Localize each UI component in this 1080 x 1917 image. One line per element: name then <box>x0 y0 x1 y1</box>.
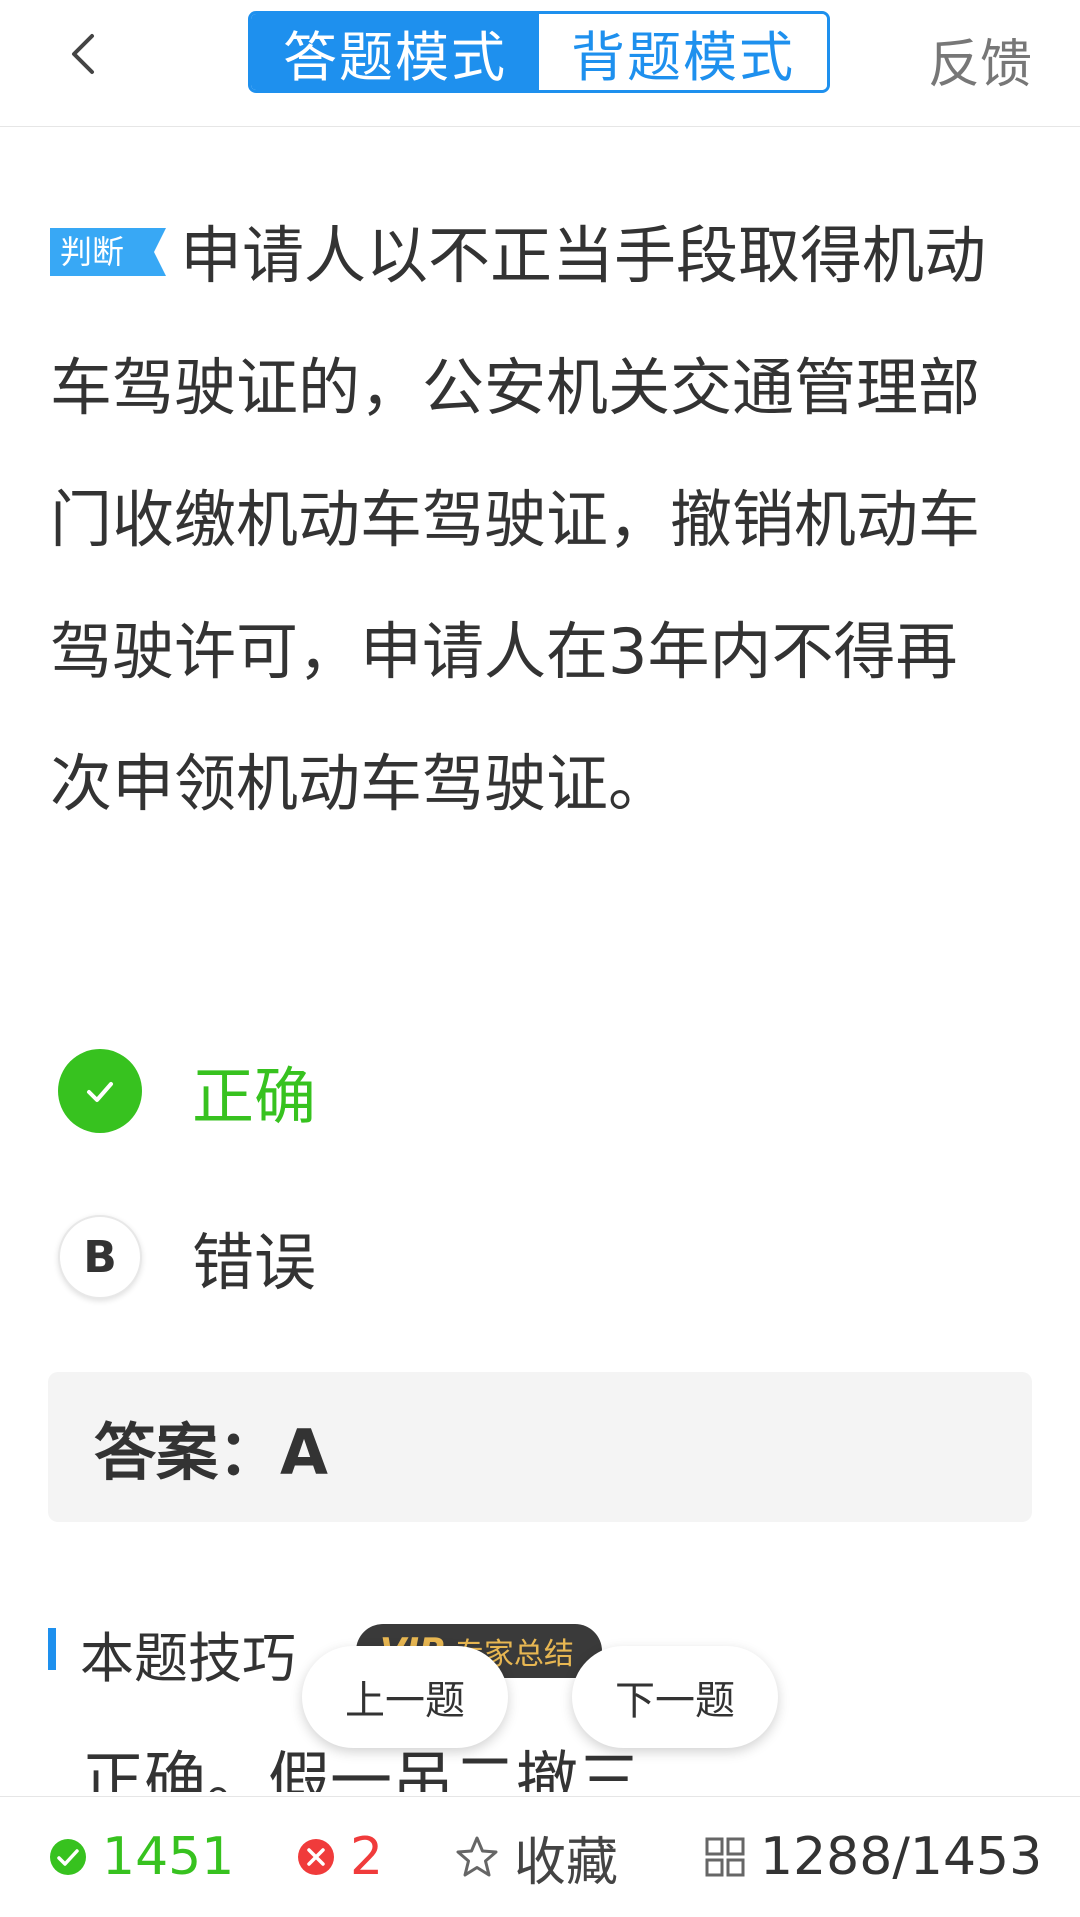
answer-text: 答案：A <box>94 1416 328 1489</box>
question-text: 申请人以不正当手段取得机动车驾驶证的，公安机关交通管理部门收缴机动车驾驶证，撤销… <box>50 219 987 820</box>
next-question-button[interactable]: 下一题 <box>572 1646 778 1748</box>
top-bar: 答题模式 背题模式 反馈 <box>0 0 1080 127</box>
back-icon[interactable] <box>56 24 116 84</box>
grid-icon <box>704 1836 746 1878</box>
tab-answer-mode[interactable]: 答题模式 <box>251 14 539 90</box>
question-progress[interactable]: 1288/1453 <box>704 1825 1042 1889</box>
correct-count-value: 1451 <box>102 1827 235 1887</box>
progress-value: 1288/1453 <box>760 1827 1043 1887</box>
wrong-count[interactable]: 2 <box>296 1825 383 1889</box>
favorite-button[interactable]: 收藏 <box>454 1825 618 1893</box>
option-a-label: 正确 <box>192 1060 317 1133</box>
answer-box: 答案：A <box>48 1372 1032 1522</box>
favorite-label: 收藏 <box>514 1832 619 1893</box>
bottom-bar: 1451 2 收藏 1288/1453 <box>0 1796 1080 1917</box>
option-a[interactable]: 正确 <box>58 1046 758 1136</box>
correct-count[interactable]: 1451 <box>48 1825 234 1889</box>
feedback-button[interactable]: 反馈 <box>928 22 1032 97</box>
option-b-label: 错误 <box>192 1226 317 1299</box>
tips-title: 本题技巧 <box>80 1627 296 1690</box>
wrong-circle-icon <box>296 1837 336 1877</box>
question-type-tag: 判断 <box>50 227 166 276</box>
prev-question-button[interactable]: 上一题 <box>302 1646 508 1748</box>
option-b-letter: B <box>58 1215 142 1299</box>
star-icon <box>454 1834 500 1880</box>
mode-switch: 答题模式 背题模式 <box>248 11 830 93</box>
tab-recite-mode[interactable]: 背题模式 <box>539 14 827 90</box>
question-block: 判断 申请人以不正当手段取得机动车驾驶证的，公安机关交通管理部门收缴机动车驾驶证… <box>50 190 1010 850</box>
correct-circle-icon <box>48 1837 88 1877</box>
check-icon <box>58 1049 142 1133</box>
option-b[interactable]: B 错误 <box>58 1212 758 1302</box>
wrong-count-value: 2 <box>350 1827 384 1887</box>
tips-accent-bar <box>48 1628 56 1670</box>
question-type-label: 判断 <box>60 232 125 271</box>
